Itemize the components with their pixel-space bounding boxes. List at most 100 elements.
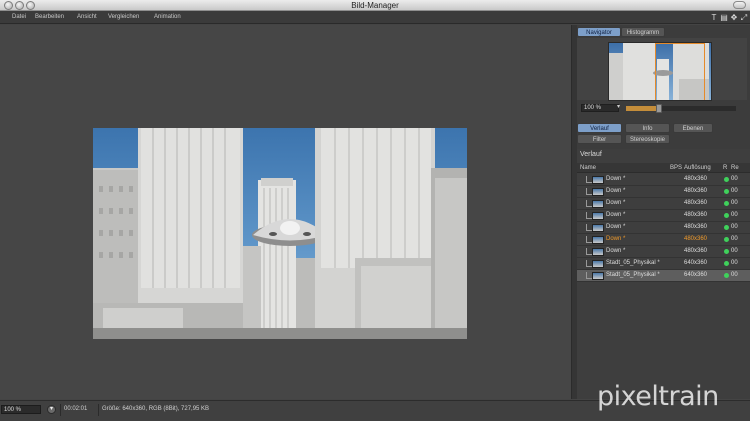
image-thumbnail	[592, 248, 604, 256]
status-dot-icon	[724, 249, 729, 254]
history-row-resolution: 480x360	[684, 236, 708, 242]
navigator-preview[interactable]	[577, 38, 747, 101]
history-row-name: Stadt_05_Physikal *	[606, 272, 660, 278]
history-row-name: Down *	[606, 200, 626, 206]
menu-datei[interactable]: Datei	[12, 14, 26, 20]
navigator-thumbnail[interactable]	[608, 42, 712, 101]
status-dot-icon	[724, 225, 729, 230]
expand-icon[interactable]: ⤢	[740, 13, 748, 22]
history-row-extra: 00	[731, 200, 738, 206]
history-row-resolution: 480x360	[684, 176, 708, 182]
history-row-name: Down *	[606, 236, 626, 242]
history-panel: Verlauf Name BPS Auflösung R Re Down * 48…	[577, 149, 750, 419]
zoom-slider-fill	[626, 106, 659, 111]
status-separator	[60, 404, 61, 416]
image-thumbnail	[592, 212, 604, 220]
history-row-name: Down *	[606, 224, 626, 230]
status-dot-icon	[724, 237, 729, 242]
image-thumbnail	[592, 188, 604, 196]
column-re[interactable]: Re	[731, 165, 739, 171]
history-row[interactable]: Down * 480x360 00	[577, 234, 750, 246]
history-row-extra: 00	[731, 188, 738, 194]
image-thumbnail	[592, 272, 604, 280]
status-dot-icon	[724, 201, 729, 206]
history-section-title: Verlauf	[580, 151, 602, 158]
tab-stereoskopie[interactable]: Stereoskopie	[625, 134, 670, 144]
move-icon[interactable]: ✥	[730, 13, 738, 22]
history-row-resolution: 640x360	[684, 272, 708, 278]
image-thumbnail	[592, 200, 604, 208]
history-row-resolution: 480x360	[684, 200, 708, 206]
tab-histogramm[interactable]: Histogramm	[621, 27, 665, 37]
toolbar-toggle-button[interactable]	[733, 1, 746, 9]
status-time: 00:02:01	[64, 406, 88, 412]
menu-vergleichen[interactable]: Vergleichen	[108, 14, 139, 20]
tab-ebenen[interactable]: Ebenen	[673, 123, 713, 133]
tab-info[interactable]: Info	[625, 123, 670, 133]
history-row-extra: 00	[731, 212, 738, 218]
history-row[interactable]: Down * 480x360 00	[577, 198, 750, 210]
history-row[interactable]: Down * 480x360 00	[577, 222, 750, 234]
chevron-down-icon[interactable]: ▾	[617, 103, 620, 110]
status-dot-icon	[724, 189, 729, 194]
column-bps[interactable]: BPS	[670, 165, 682, 171]
image-thumbnail	[592, 176, 604, 184]
column-name[interactable]: Name	[580, 165, 596, 171]
menu-ansicht[interactable]: Ansicht	[77, 14, 97, 20]
image-viewer[interactable]	[0, 25, 571, 399]
column-r[interactable]: R	[723, 165, 727, 171]
navigator-zoom-slider[interactable]	[626, 104, 736, 113]
status-dot-icon	[724, 213, 729, 218]
history-list-header: Name BPS Auflösung R Re	[577, 163, 750, 173]
history-row[interactable]: Down * 480x360 00	[577, 174, 750, 186]
status-dot-icon	[724, 273, 729, 278]
history-row-name: Stadt_05_Physikal *	[606, 260, 660, 266]
navigator-zoom-row: 100 % ▾	[577, 103, 750, 113]
navigator-zoom-field[interactable]: 100 %	[581, 104, 619, 112]
tab-filter[interactable]: Filter	[577, 134, 622, 144]
image-thumbnail	[592, 236, 604, 244]
image-thumbnail	[592, 224, 604, 232]
history-row-name: Down *	[606, 188, 626, 194]
status-image-info: Größe: 640x360, RGB (8Bit), 727,95 KB	[102, 406, 210, 412]
history-row-extra: 00	[731, 176, 738, 182]
history-row-extra: 00	[731, 260, 738, 266]
tab-verlauf[interactable]: Verlauf	[577, 123, 622, 133]
tab-navigator[interactable]: Navigator	[577, 27, 621, 37]
image-thumbnail	[592, 260, 604, 268]
history-row[interactable]: Down * 480x360 00	[577, 210, 750, 222]
watermark-logo: pixeltrain	[597, 381, 719, 412]
menu-animation[interactable]: Animation	[154, 14, 181, 20]
status-separator	[98, 404, 99, 416]
title-bar: Bild-Manager	[0, 0, 750, 11]
history-row-extra: 00	[731, 236, 738, 242]
history-row-resolution: 480x360	[684, 224, 708, 230]
status-dot-icon	[724, 177, 729, 182]
menu-bar: Datei Bearbeiten Ansicht Vergleichen Ani…	[0, 11, 750, 24]
text-icon[interactable]: T	[710, 13, 718, 22]
history-row-name: Down *	[606, 248, 626, 254]
history-row[interactable]: Down * 480x360 00	[577, 186, 750, 198]
history-row-extra: 00	[731, 224, 738, 230]
history-row-resolution: 640x360	[684, 260, 708, 266]
history-row-extra: 00	[731, 248, 738, 254]
column-resolution[interactable]: Auflösung	[684, 165, 711, 171]
history-row[interactable]: Stadt_05_Physikal * 640x360 00	[577, 258, 750, 270]
status-zoom-field[interactable]: 100 %	[1, 405, 41, 414]
history-row-name: Down *	[606, 176, 626, 182]
history-row-resolution: 480x360	[684, 212, 708, 218]
right-panel: Navigator Histogramm 100 % ▾ Verlauf Inf…	[577, 25, 750, 419]
rendered-image	[93, 128, 467, 339]
navigator-viewport-rect[interactable]	[655, 43, 705, 100]
history-row-resolution: 480x360	[684, 188, 708, 194]
menu-bearbeiten[interactable]: Bearbeiten	[35, 14, 64, 20]
layout-icon[interactable]: ▤	[720, 13, 728, 22]
status-dot-icon	[724, 261, 729, 266]
zoom-slider-handle[interactable]	[656, 104, 662, 113]
history-row[interactable]: Stadt_05_Physikal * 640x360 00	[577, 270, 750, 282]
history-row-resolution: 480x360	[684, 248, 708, 254]
history-row-name: Down *	[606, 212, 626, 218]
history-row[interactable]: Down * 480x360 00	[577, 246, 750, 258]
window-title: Bild-Manager	[351, 1, 399, 10]
zoom-options-button[interactable]: ▾	[47, 405, 56, 414]
